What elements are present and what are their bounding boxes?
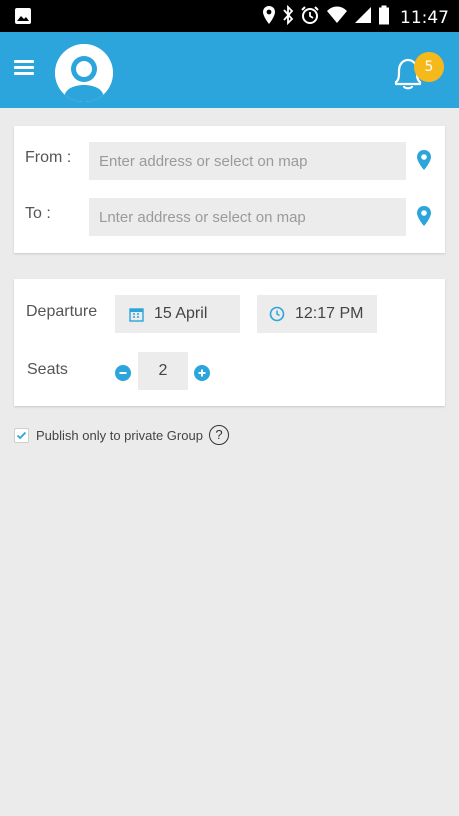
seats-label: Seats <box>27 361 68 378</box>
clock-icon <box>269 306 285 322</box>
help-icon[interactable]: ? <box>208 425 229 445</box>
date-picker[interactable]: 15 April <box>115 295 240 333</box>
checkmark-icon <box>16 431 27 439</box>
battery-icon <box>378 5 390 30</box>
publish-private-checkbox[interactable] <box>14 427 29 443</box>
app-bar: 5 <box>0 32 459 108</box>
avatar[interactable] <box>55 44 113 102</box>
signal-icon <box>354 6 372 29</box>
time-picker[interactable]: 12:17 PM <box>257 295 377 333</box>
to-label: To : <box>25 205 51 222</box>
from-address-input[interactable] <box>89 142 406 180</box>
location-icon <box>262 5 276 30</box>
from-label: From : <box>25 149 72 166</box>
to-map-pin-icon[interactable] <box>416 205 432 227</box>
wifi-icon <box>326 6 348 29</box>
bluetooth-icon <box>282 4 294 30</box>
departure-time: 12:17 PM <box>295 305 364 322</box>
seats-increment-button[interactable] <box>194 365 210 381</box>
departure-card: Departure 15 April 12:17 PM Seats 2 <box>14 279 445 406</box>
menu-icon[interactable] <box>14 60 34 76</box>
calendar-icon <box>129 307 144 322</box>
to-address-input[interactable] <box>89 198 406 236</box>
from-map-pin-icon[interactable] <box>416 149 432 171</box>
publish-option: Publish only to private Group ? <box>14 425 229 445</box>
alarm-icon <box>300 5 320 30</box>
seats-value: 2 <box>138 352 188 390</box>
clock-time: 11:47 <box>400 7 449 28</box>
status-bar: 11:47 <box>0 0 459 32</box>
departure-label: Departure <box>26 303 98 320</box>
image-icon <box>14 7 32 30</box>
departure-date: 15 April <box>154 305 208 322</box>
route-card: From : To : <box>14 126 445 253</box>
seats-decrement-button[interactable] <box>115 365 131 381</box>
notification-badge[interactable]: 5 <box>414 52 444 82</box>
publish-private-label: Publish only to private Group <box>36 427 203 443</box>
